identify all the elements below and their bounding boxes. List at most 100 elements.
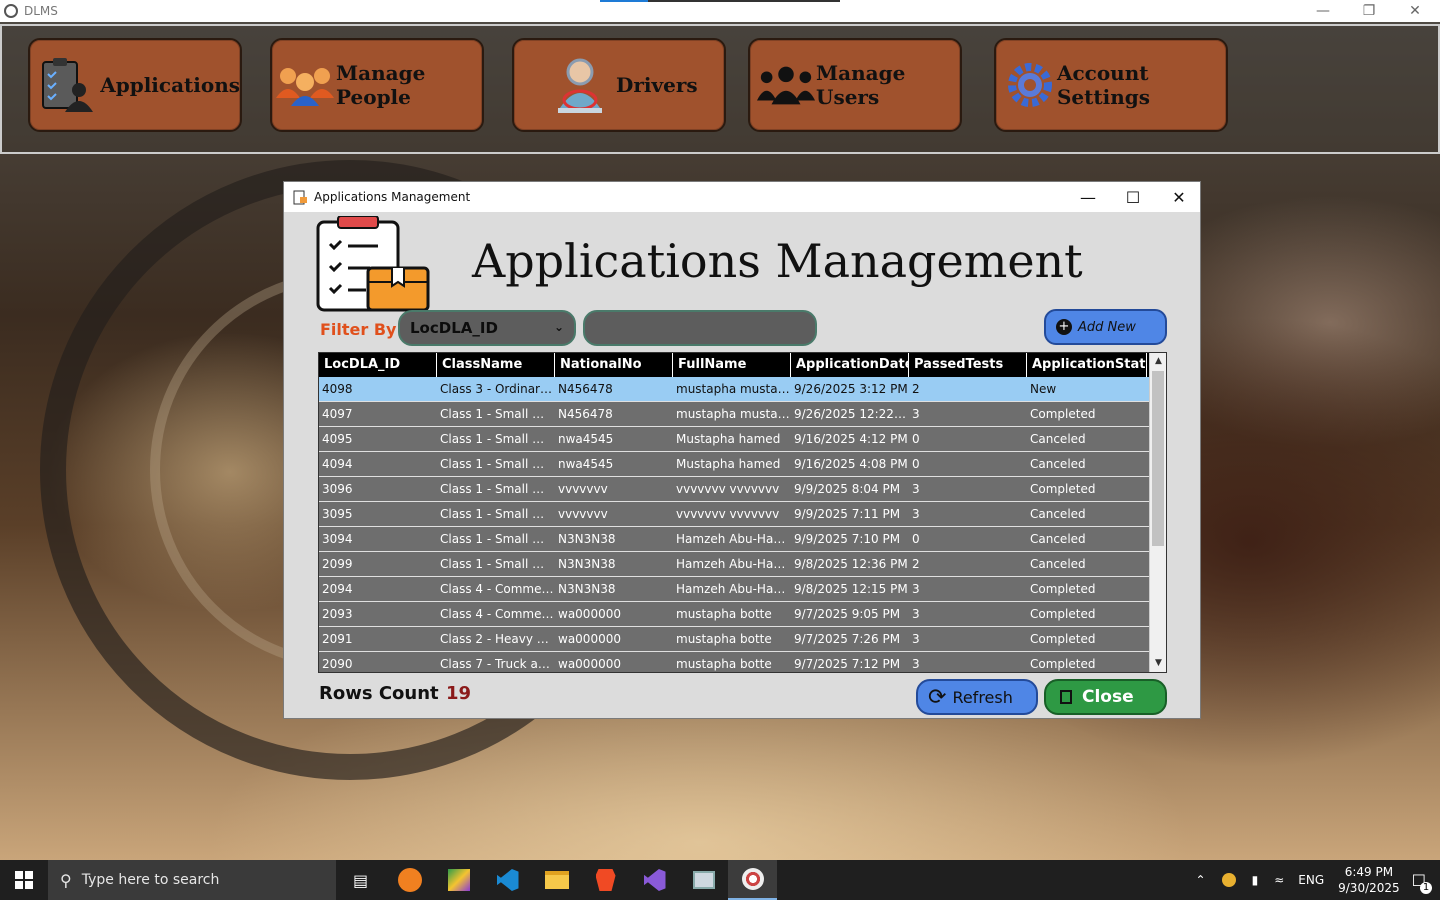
taskbar-app-orange[interactable] (385, 860, 434, 900)
table-cell: 3 (909, 577, 1027, 601)
exit-door-icon (1060, 690, 1072, 704)
table-row[interactable]: 2099 Class 1 - Small Mot... N3N3N38 Hamzeh … (319, 552, 1166, 577)
table-cell: 4097 (319, 402, 437, 426)
table-row[interactable]: 3094 Class 1 - Small Mot... N3N3N38 Hamzeh … (319, 527, 1166, 552)
column-header[interactable]: PassedTests (909, 353, 1027, 377)
clipboard-icon (293, 190, 307, 205)
app-orange-icon (397, 868, 422, 892)
column-header[interactable]: LocDLA_ID (319, 353, 437, 377)
table-row[interactable]: 2094 Class 4 - Commerc... N3N3N38 Hamzeh Ab… (319, 577, 1166, 602)
application-clipboard-icon (316, 216, 430, 312)
battery-icon[interactable]: ▮ (1252, 873, 1259, 887)
clock[interactable]: 6:49 PM 9/30/2025 (1338, 864, 1400, 896)
table-cell: Class 1 - Small Mot... (437, 402, 555, 426)
people-group-icon (274, 55, 336, 115)
main-toolbar: Applications Manage People Drivers Manag… (0, 24, 1440, 154)
table-cell: Canceled (1027, 452, 1147, 476)
table-cell: 2 (909, 377, 1027, 401)
table-cell: 9/9/2025 7:11 PM (791, 502, 909, 526)
table-cell: mustapha botte (673, 602, 791, 626)
scrollbar-thumb[interactable] (1152, 371, 1164, 546)
table-cell: 2099 (319, 552, 437, 576)
filter-selected-value: LocDLA_ID (410, 319, 498, 337)
search-icon: ⚲ (60, 870, 72, 890)
column-header[interactable]: ApplicationStatus (1027, 353, 1147, 377)
table-cell: 2090 (319, 652, 437, 672)
table-row[interactable]: 2093 Class 4 - Commerc... wa000000 mustapha… (319, 602, 1166, 627)
table-row[interactable]: 4097 Class 1 - Small Mot... N456478 mustaph… (319, 402, 1166, 427)
taskbar-dlms-app[interactable] (728, 860, 777, 900)
filter-value-input[interactable] (583, 310, 817, 346)
task-view-button[interactable]: ▤ (336, 860, 385, 900)
table-cell: Completed (1027, 477, 1147, 501)
taskbar-search-box[interactable]: ⚲ Type here to search (48, 860, 336, 900)
start-button[interactable] (0, 860, 48, 900)
applications-grid[interactable]: LocDLA_ID ClassName NationalNo FullName Appl… (318, 352, 1167, 673)
rows-count-value: 19 (446, 683, 472, 704)
table-row[interactable]: 2091 Class 2 - Heavy Mo... wa000000 mustaph… (319, 627, 1166, 652)
taskbar-visual-studio[interactable] (630, 860, 679, 900)
taskbar-file-explorer[interactable] (532, 860, 581, 900)
table-cell: 2 (909, 552, 1027, 576)
account-settings-label: Account Settings (1056, 61, 1150, 109)
grid-vertical-scrollbar[interactable]: ▲ ▼ (1149, 353, 1166, 672)
driver-icon (550, 55, 610, 115)
table-cell: mustapha mustapha (673, 402, 791, 426)
table-cell: Mustapha hamed (673, 452, 791, 476)
language-indicator[interactable]: ENG (1298, 873, 1324, 887)
table-cell: nwa4545 (555, 427, 673, 451)
manage-users-button[interactable]: Manage Users (748, 38, 962, 132)
dialog-close-button[interactable]: ✕ (1156, 182, 1202, 212)
manage-people-button[interactable]: Manage People (270, 38, 484, 132)
notification-icon[interactable]: ☐ 1 (1412, 871, 1432, 894)
column-header[interactable]: ClassName (437, 353, 555, 377)
table-row[interactable]: 4098 Class 3 - Ordinary ... N456478 mustaph… (319, 377, 1166, 402)
wifi-icon[interactable]: ≈ (1274, 873, 1284, 887)
table-cell: 9/9/2025 7:10 PM (791, 527, 909, 551)
refresh-button[interactable]: ⟳ Refresh (916, 679, 1038, 715)
scroll-down-arrow-icon[interactable]: ▼ (1150, 655, 1166, 672)
table-cell: 9/9/2025 8:04 PM (791, 477, 909, 501)
weather-icon[interactable] (1221, 873, 1236, 887)
taskbar-vscode[interactable] (483, 860, 532, 900)
close-window-button[interactable]: ✕ (1392, 0, 1438, 22)
applications-label: Applications (100, 73, 240, 97)
close-button[interactable]: Close (1044, 679, 1167, 715)
table-cell: 9/16/2025 4:08 PM (791, 452, 909, 476)
table-row[interactable]: 3095 Class 1 - Small Mot... vvvvvvv vvvvvvv… (319, 502, 1166, 527)
table-cell: wa000000 (555, 652, 673, 672)
column-header[interactable]: NationalNo (555, 353, 673, 377)
add-new-button[interactable]: + Add New (1044, 309, 1167, 345)
account-settings-button[interactable]: Account Settings (994, 38, 1228, 132)
dialog-minimize-button[interactable]: — (1065, 182, 1111, 212)
table-row[interactable]: 3096 Class 1 - Small Mot... vvvvvvv vvvvvvv… (319, 477, 1166, 502)
table-cell: Canceled (1027, 552, 1147, 576)
table-row[interactable]: 4094 Class 1 - Small Mot... nwa4545 Mustaph… (319, 452, 1166, 477)
dialog-maximize-button[interactable]: ☐ (1110, 182, 1156, 212)
table-cell: Class 1 - Small Mot... (437, 502, 555, 526)
paint-icon (447, 869, 470, 891)
dialog-title: Applications Management (314, 190, 471, 204)
table-row[interactable]: 2090Class 7 - Truck and ...wa000000musta… (319, 652, 1166, 672)
grid-header: LocDLA_ID ClassName NationalNo FullName Appl… (319, 353, 1166, 377)
table-cell: Canceled (1027, 527, 1147, 551)
table-cell: Class 1 - Small Mot... (437, 427, 555, 451)
table-cell: nwa4545 (555, 452, 673, 476)
table-cell: Class 1 - Small Mot... (437, 527, 555, 551)
clock-time: 6:49 PM (1344, 865, 1394, 879)
restore-button[interactable]: ❐ (1346, 0, 1392, 22)
close-label: Close (1082, 687, 1134, 707)
taskbar-app-photos[interactable] (679, 860, 728, 900)
scroll-up-arrow-icon[interactable]: ▲ (1150, 353, 1166, 370)
applications-button[interactable]: Applications (28, 38, 242, 132)
show-hidden-icons-chevron-icon[interactable]: ⌃ (1196, 873, 1206, 887)
drivers-button[interactable]: Drivers (512, 38, 726, 132)
table-row[interactable]: 4095 Class 1 - Small Mot... nwa4545 Mustaph… (319, 427, 1166, 452)
filter-by-select[interactable]: LocDLA_ID ⌄ (398, 310, 576, 346)
plus-icon: + (1056, 319, 1072, 335)
taskbar-app-paint[interactable] (434, 860, 483, 900)
column-header[interactable]: FullName (673, 353, 791, 377)
taskbar-brave[interactable] (581, 860, 630, 900)
column-header[interactable]: ApplicationDate (791, 353, 909, 377)
minimize-button[interactable]: — (1300, 0, 1346, 22)
